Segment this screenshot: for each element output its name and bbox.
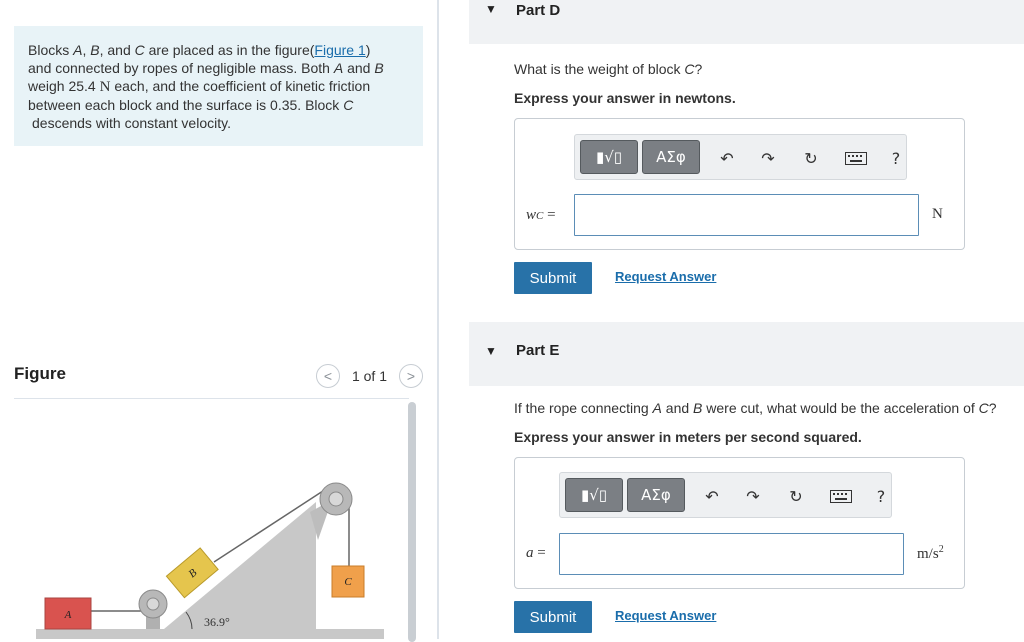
problem-panel: Blocks A, B, and C are placed as in the … bbox=[0, 0, 437, 642]
part-e-instruction: Express your answer in meters per second… bbox=[514, 429, 862, 445]
figure-counter: 1 of 1 bbox=[351, 368, 387, 384]
part-e-variable: a = bbox=[526, 545, 546, 561]
keyboard-icon[interactable] bbox=[843, 147, 869, 169]
block-c-label: C bbox=[344, 576, 352, 588]
figure-header: Figure < 1 of 1 > bbox=[14, 362, 423, 392]
figure-divider bbox=[14, 398, 409, 399]
part-e-unit: m/s2 bbox=[917, 544, 944, 562]
part-d-title: Part D bbox=[516, 2, 561, 19]
part-d-answer-box: ▮√▯ ΑΣφ ↶ ↷ ↻ ? wC = N bbox=[514, 118, 965, 250]
prev-figure-button[interactable]: < bbox=[315, 364, 340, 388]
part-e-request-answer-link[interactable]: Request Answer bbox=[615, 608, 716, 623]
angle-label: 36.9° bbox=[204, 615, 230, 629]
part-d-unit: N bbox=[932, 206, 943, 222]
physics-figure: A B C 36.9° bbox=[36, 482, 384, 639]
reset-icon[interactable]: ↻ bbox=[785, 485, 807, 507]
help-icon[interactable]: ? bbox=[870, 485, 892, 507]
templates-button[interactable]: ▮√▯ bbox=[565, 478, 623, 512]
figure-scrollbar[interactable] bbox=[408, 402, 416, 642]
parts-panel: ▼ Part D What is the weight of block C? … bbox=[439, 0, 1024, 639]
problem-statement: Blocks A, B, and C are placed as in the … bbox=[14, 26, 423, 146]
part-d-request-answer-link[interactable]: Request Answer bbox=[615, 269, 716, 284]
next-figure-button[interactable]: > bbox=[399, 364, 423, 388]
figure-title: Figure bbox=[14, 364, 66, 383]
part-e-submit-button[interactable]: Submit bbox=[514, 601, 592, 633]
undo-icon[interactable]: ↶ bbox=[701, 485, 723, 507]
collapse-triangle-icon[interactable]: ▼ bbox=[485, 2, 497, 16]
part-d-instruction: Express your answer in newtons. bbox=[514, 90, 736, 106]
ground bbox=[36, 629, 384, 639]
part-e-math-toolbar: ▮√▯ ΑΣφ ↶ ↷ ↻ ? bbox=[559, 472, 892, 518]
collapse-triangle-icon[interactable]: ▼ bbox=[485, 344, 497, 358]
undo-icon[interactable]: ↶ bbox=[716, 147, 738, 169]
part-d-math-toolbar: ▮√▯ ΑΣφ ↶ ↷ ↻ ? bbox=[574, 134, 907, 180]
part-d-header[interactable]: ▼ Part D bbox=[469, 0, 1024, 44]
part-e-title: Part E bbox=[516, 342, 560, 359]
redo-icon[interactable]: ↷ bbox=[742, 485, 764, 507]
part-d-submit-button[interactable]: Submit bbox=[514, 262, 592, 294]
part-d-variable: wC = bbox=[526, 207, 556, 223]
chevron-left-icon: < bbox=[323, 368, 333, 384]
block-a-label: A bbox=[64, 609, 72, 621]
figure-link[interactable]: Figure 1 bbox=[314, 42, 365, 58]
part-e-answer-input[interactable] bbox=[559, 533, 904, 575]
part-d-answer-input[interactable] bbox=[574, 194, 919, 236]
keyboard-icon[interactable] bbox=[828, 485, 854, 507]
greek-symbols-button[interactable]: ΑΣφ bbox=[642, 140, 700, 174]
part-e-answer-box: ▮√▯ ΑΣφ ↶ ↷ ↻ ? a = m/s2 bbox=[514, 457, 965, 589]
templates-button[interactable]: ▮√▯ bbox=[580, 140, 638, 174]
greek-symbols-button[interactable]: ΑΣφ bbox=[627, 478, 685, 512]
chevron-right-icon: > bbox=[406, 368, 416, 384]
figure-pager: < 1 of 1 > bbox=[315, 364, 423, 388]
part-e-question: If the rope connecting A and B were cut,… bbox=[514, 400, 997, 416]
part-e-header[interactable]: ▼ Part E bbox=[469, 322, 1024, 386]
reset-icon[interactable]: ↻ bbox=[800, 147, 822, 169]
block-b: B bbox=[165, 547, 219, 599]
part-d-question: What is the weight of block C? bbox=[514, 61, 703, 77]
redo-icon[interactable]: ↷ bbox=[757, 147, 779, 169]
help-icon[interactable]: ? bbox=[885, 147, 907, 169]
